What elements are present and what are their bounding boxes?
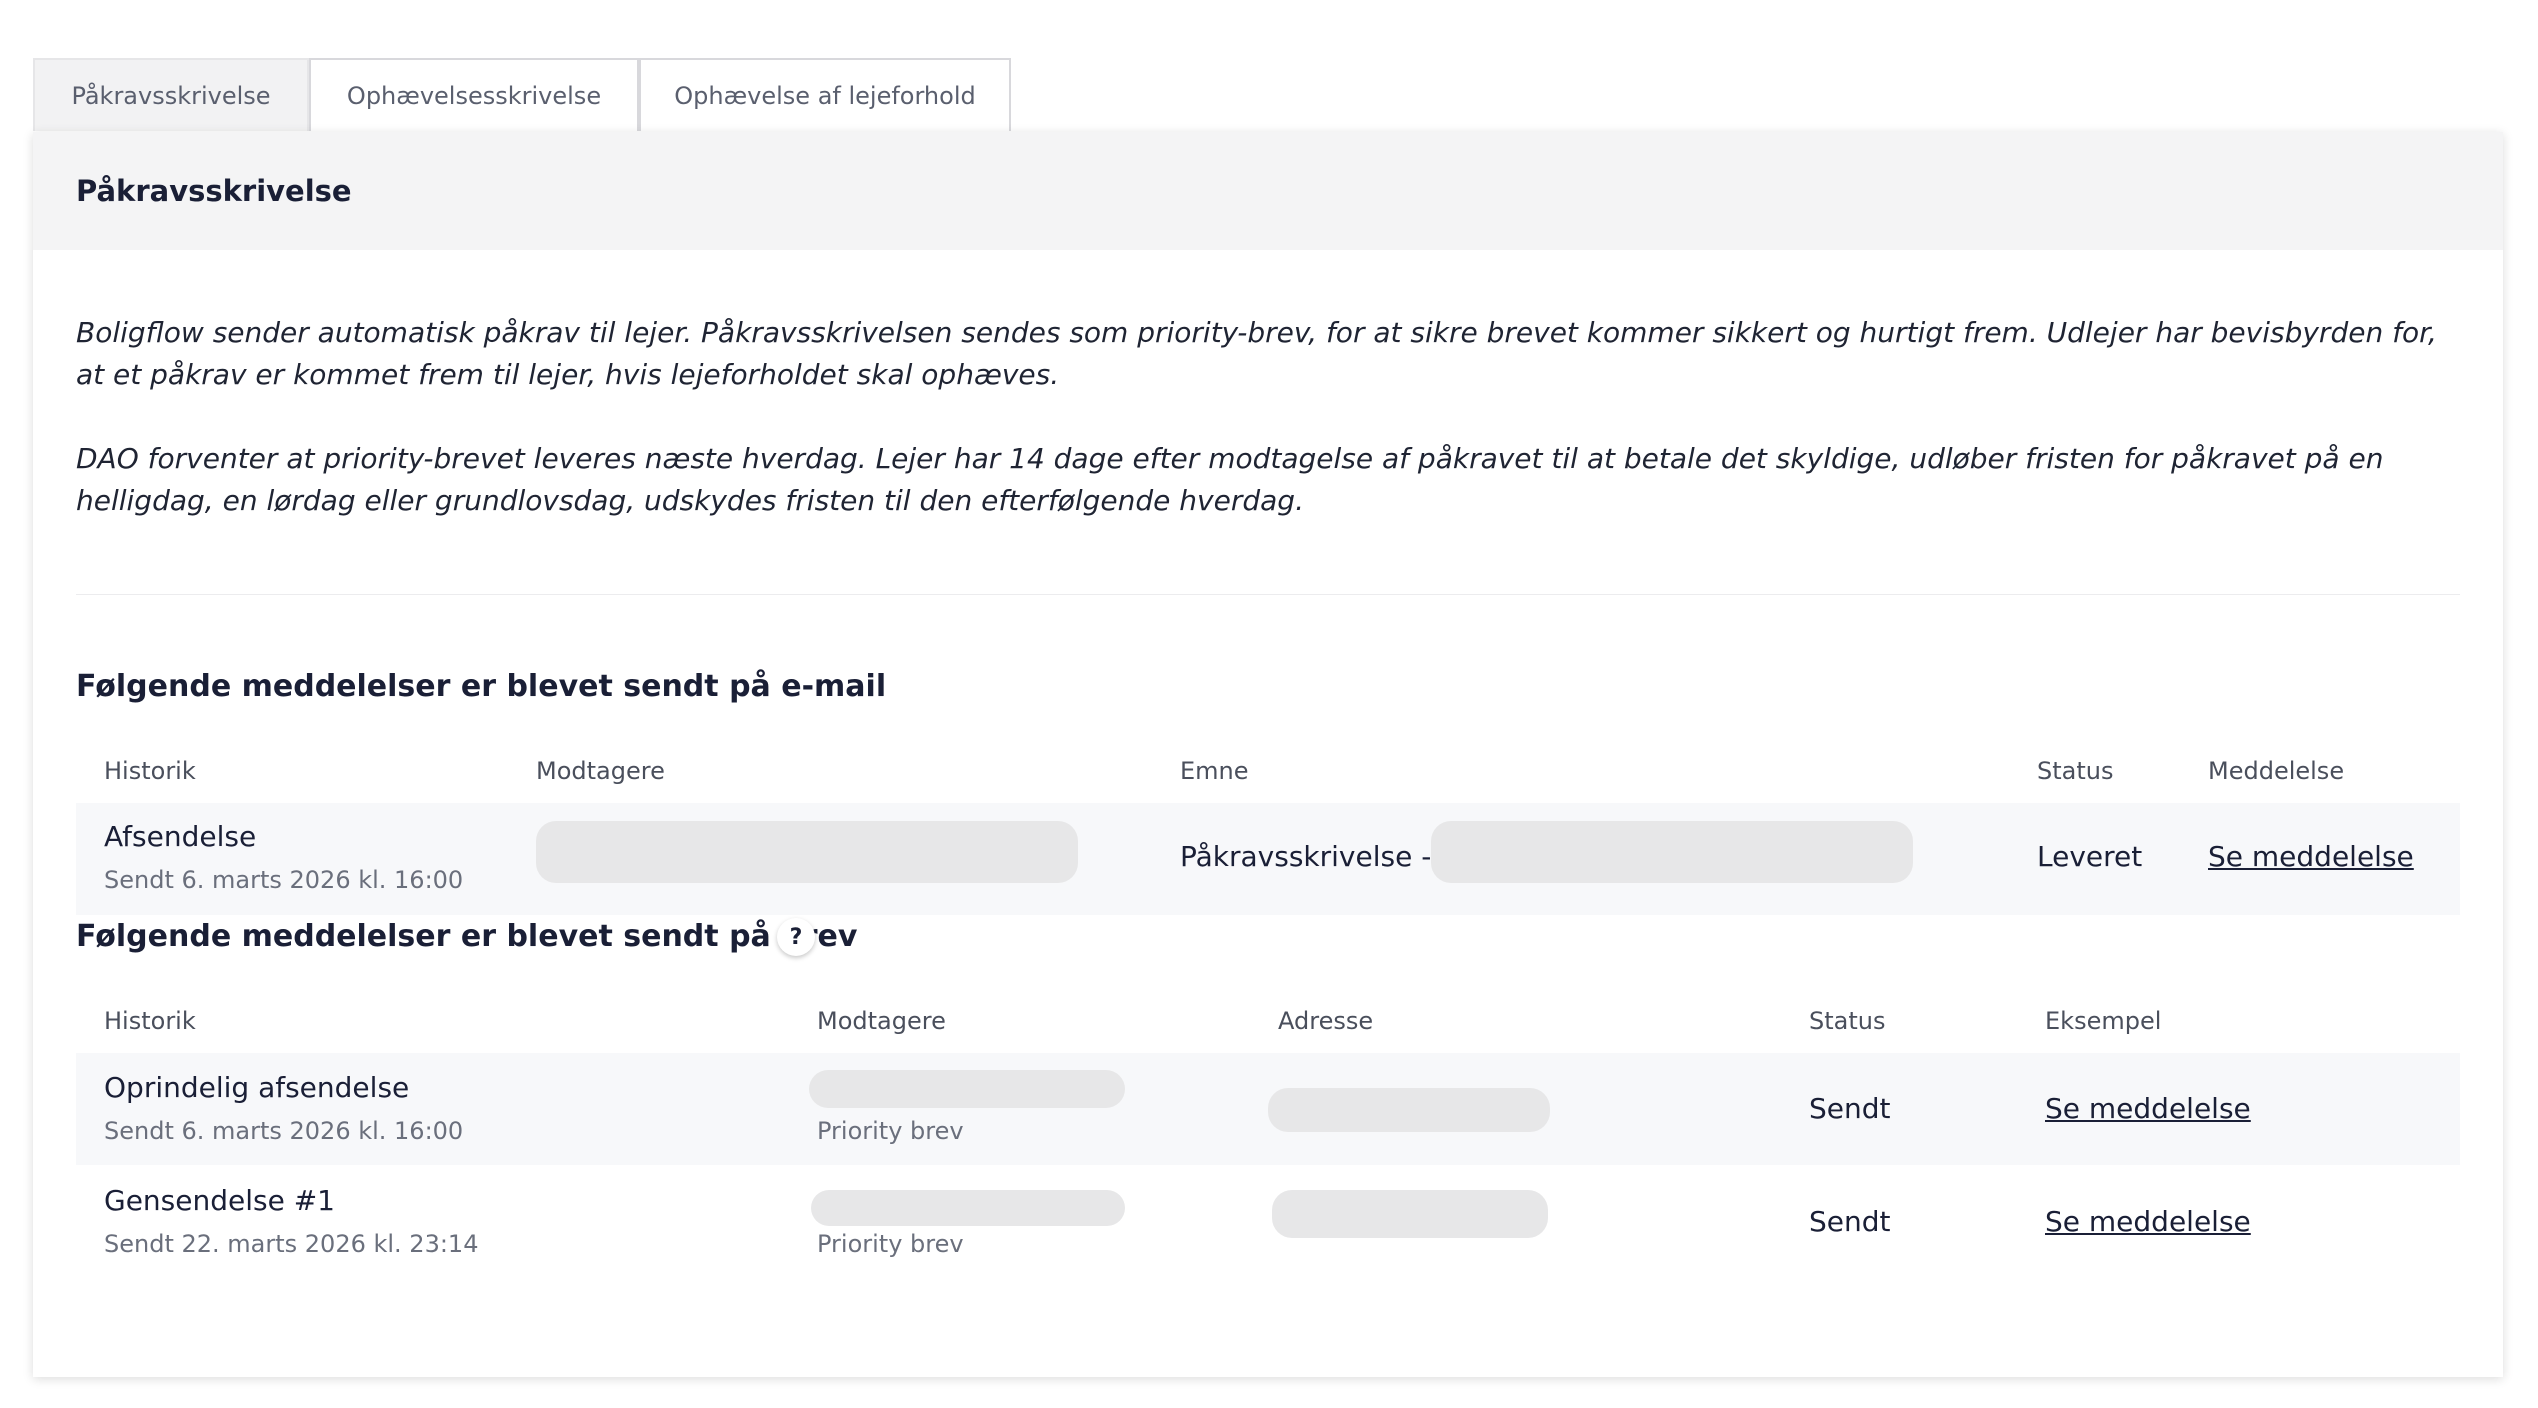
email-header-emne: Emne xyxy=(1180,757,1249,785)
divider xyxy=(76,594,2460,595)
letter-header-status: Status xyxy=(1809,1007,1886,1035)
email-header-status: Status xyxy=(2037,757,2114,785)
letter-row-status: Sendt xyxy=(1809,1092,1891,1125)
intro-text: Boligflow sender automatisk påkrav til l… xyxy=(76,312,2466,564)
letter-row-event: Oprindelig afsendelse xyxy=(104,1071,410,1104)
card-title: Påkravsskrivelse xyxy=(76,174,352,208)
email-header-meddelelse: Meddelelse xyxy=(2208,757,2345,785)
letter-row-method: Priority brev xyxy=(817,1230,964,1258)
tab-bar: Påkravsskrivelse Ophævelsesskrivelse Oph… xyxy=(33,58,1011,133)
card-header: Påkravsskrivelse xyxy=(33,132,2503,250)
email-row-view-link[interactable]: Se meddelelse xyxy=(2208,840,2414,873)
redacted-recipient xyxy=(536,821,1078,883)
redacted-address xyxy=(1272,1190,1548,1238)
tab-pakravsskrivelse[interactable]: Påkravsskrivelse xyxy=(33,58,309,131)
letter-header-eksempel: Eksempel xyxy=(2045,1007,2162,1035)
help-icon[interactable]: ? xyxy=(777,918,815,956)
intro-paragraph: DAO forventer at priority-brevet leveres… xyxy=(76,442,2384,517)
page: Påkravsskrivelse Ophævelsesskrivelse Oph… xyxy=(0,0,2538,1408)
letter-row-status: Sendt xyxy=(1809,1205,1891,1238)
letter-header-adresse: Adresse xyxy=(1278,1007,1374,1035)
email-row-status: Leveret xyxy=(2037,840,2143,873)
email-row-subject-prefix: Påkravsskrivelse - xyxy=(1180,840,1432,873)
redacted-subject xyxy=(1431,821,1913,883)
letter-section-title: Følgende meddelelser er blevet sendt på … xyxy=(76,919,858,954)
content-card: Påkravsskrivelse Boligflow sender automa… xyxy=(33,132,2503,1377)
email-row-sent: Sendt 6. marts 2026 kl. 16:00 xyxy=(104,866,464,894)
letter-row-sent: Sendt 6. marts 2026 kl. 16:00 xyxy=(104,1117,464,1145)
email-header-modtagere: Modtagere xyxy=(536,757,665,785)
letter-header-modtagere: Modtagere xyxy=(817,1007,946,1035)
email-row-event: Afsendelse xyxy=(104,820,257,853)
redacted-recipient xyxy=(811,1190,1125,1226)
tab-ophaevelsesskrivelse[interactable]: Ophævelsesskrivelse xyxy=(309,58,639,131)
letter-row-sent: Sendt 22. marts 2026 kl. 23:14 xyxy=(104,1230,479,1258)
tab-ophaevelse-af-lejeforhold[interactable]: Ophævelse af lejeforhold xyxy=(639,58,1011,131)
email-header-historik: Historik xyxy=(104,757,196,785)
letter-header-historik: Historik xyxy=(104,1007,196,1035)
letter-row-method: Priority brev xyxy=(817,1117,964,1145)
letter-row-view-link[interactable]: Se meddelelse xyxy=(2045,1092,2251,1125)
intro-paragraph: Boligflow sender automatisk påkrav til l… xyxy=(76,316,2437,391)
letter-row-event: Gensendelse #1 xyxy=(104,1184,335,1217)
redacted-address xyxy=(1268,1088,1550,1132)
email-section-title: Følgende meddelelser er blevet sendt på … xyxy=(76,669,887,704)
redacted-recipient xyxy=(809,1070,1125,1108)
letter-row-view-link[interactable]: Se meddelelse xyxy=(2045,1205,2251,1238)
